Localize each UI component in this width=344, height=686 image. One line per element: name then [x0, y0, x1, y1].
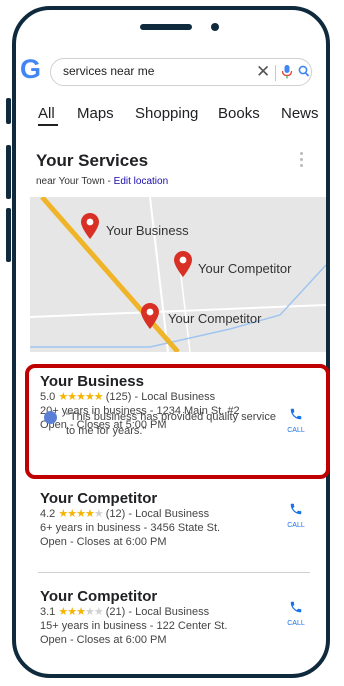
google-logo-icon[interactable]: G — [20, 54, 41, 84]
listing-rating-line: 5.0 ★★★★★ (125) - Local Business — [40, 390, 240, 404]
search-icon[interactable] — [298, 65, 310, 79]
services-title: Your Services — [36, 151, 149, 170]
call-button[interactable]: CALL — [283, 502, 309, 529]
star-rating-icon: ★★★★★ — [58, 606, 103, 618]
search-divider — [275, 65, 276, 81]
search-input[interactable] — [63, 64, 233, 78]
map-pin-label: Your Competitor — [168, 311, 262, 326]
listing-hours: Open - Closes at 6:00 PM — [40, 536, 167, 548]
listing-rating-line: 3.1 ★★★★★ (21) - Local Business — [40, 605, 227, 619]
phone-speaker — [140, 24, 192, 30]
listing-detail: 15+ years in business - 122 Center St. — [40, 620, 228, 632]
review-count: (125) - Local Business — [105, 391, 216, 403]
listing-divider — [38, 572, 310, 573]
review-count: (12) - Local Business — [105, 508, 210, 520]
star-rating-icon: ★★★★★ — [58, 508, 103, 520]
review-text: "This business has provided quality serv… — [66, 411, 276, 437]
call-button[interactable]: CALL — [283, 600, 309, 627]
phone-icon — [290, 408, 302, 420]
phone-icon — [290, 503, 302, 515]
call-button[interactable]: CALL — [283, 407, 309, 434]
review-count: (21) - Local Business — [105, 606, 210, 618]
rating-value: 5.0 — [40, 391, 56, 403]
rating-value: 3.1 — [40, 606, 56, 618]
listing-card[interactable]: Your Competitor 3.1 ★★★★★ (21) - Local B… — [40, 588, 227, 647]
phone-camera — [211, 23, 219, 31]
search-bar[interactable]: ✕ — [50, 58, 312, 86]
map-pin-label: Your Competitor — [198, 261, 292, 276]
star-rating-icon: ★★★★★ — [58, 391, 103, 403]
listing-detail: 6+ years in business - 3456 State St. — [40, 522, 221, 534]
call-label: CALL — [287, 522, 305, 529]
listing-hours: Open - Closes at 6:00 PM — [40, 634, 167, 646]
map-pin-icon[interactable] — [81, 213, 99, 239]
edit-location-link[interactable]: Edit location — [114, 176, 168, 187]
tab-active-indicator — [38, 124, 58, 126]
tab-news[interactable]: News — [281, 105, 319, 122]
listing-rating-line: 4.2 ★★★★★ (12) - Local Business — [40, 507, 220, 521]
tab-books[interactable]: Books — [218, 105, 260, 122]
map-view[interactable]: Your Business Your Competitor Your Compe… — [30, 197, 326, 352]
phone-side-button — [6, 98, 11, 124]
tab-maps[interactable]: Maps — [77, 105, 114, 122]
map-pin-label: Your Business — [106, 223, 189, 238]
microphone-icon[interactable] — [281, 64, 293, 80]
phone-icon — [290, 601, 302, 613]
listing-name[interactable]: Your Business — [40, 373, 240, 390]
map-pin-icon[interactable] — [174, 251, 192, 277]
more-options-icon[interactable] — [300, 152, 304, 170]
call-label: CALL — [287, 427, 305, 434]
call-label: CALL — [287, 620, 305, 627]
listing-name[interactable]: Your Competitor — [40, 490, 220, 507]
map-pin-icon[interactable] — [141, 303, 159, 329]
listing-name[interactable]: Your Competitor — [40, 588, 227, 605]
tab-shopping[interactable]: Shopping — [135, 105, 198, 122]
phone-side-button — [6, 208, 11, 262]
rating-value: 4.2 — [40, 508, 56, 520]
reviewer-avatar-icon — [44, 411, 57, 424]
listing-card[interactable]: Your Competitor 4.2 ★★★★★ (12) - Local B… — [40, 490, 220, 549]
location-text: near Your Town - — [36, 176, 114, 187]
tab-all[interactable]: All — [38, 105, 55, 122]
clear-icon[interactable]: ✕ — [256, 63, 270, 81]
services-location: near Your Town - Edit location — [36, 176, 168, 187]
phone-side-button — [6, 145, 11, 199]
